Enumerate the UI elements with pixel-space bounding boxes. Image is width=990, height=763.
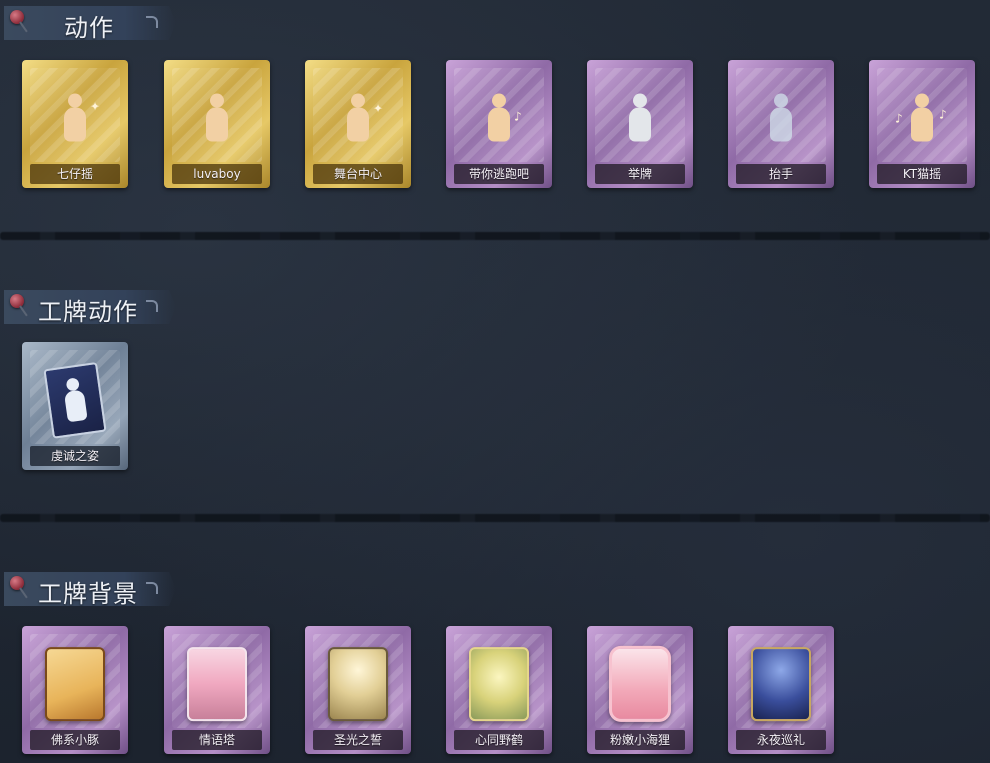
action-card[interactable]: ♪ 带你逃跑吧 [446, 60, 552, 188]
action-card[interactable]: 举牌 [587, 60, 693, 188]
section-header: 工牌动作 [4, 290, 176, 324]
badge-background-card[interactable]: 圣光之誓 [305, 626, 411, 754]
music-figure-icon: ♪ ♪ [895, 92, 947, 148]
hook-icon [146, 582, 158, 594]
hook-icon [146, 16, 158, 28]
badge-action-card[interactable]: 虔诚之姿 [22, 342, 128, 470]
badge-background-icon [469, 647, 529, 722]
pin-icon [10, 576, 24, 590]
action-card[interactable]: 抬手 [728, 60, 834, 188]
hook-icon [146, 300, 158, 312]
badge-background-card[interactable]: 心同野鹤 [446, 626, 552, 754]
pin-icon [10, 10, 24, 24]
card-label: 舞台中心 [313, 164, 403, 184]
card-label: 圣光之誓 [313, 730, 403, 750]
dance-figure-icon: ♪ [480, 92, 522, 148]
card-label: 抬手 [736, 164, 826, 184]
card-silhouette-icon [43, 361, 107, 439]
card-label: luvaboy [172, 164, 262, 184]
badge-background-icon [45, 647, 105, 722]
card-label: 情语塔 [172, 730, 262, 750]
section-badge-actions: 工牌动作 虔诚之姿 [0, 280, 990, 480]
section-divider [0, 232, 990, 240]
card-label: 七仔摇 [30, 164, 120, 184]
card-label: KT猫摇 [877, 164, 967, 184]
badge-background-card[interactable]: 粉嫩小海狸 [587, 626, 693, 754]
action-card[interactable]: ♪ ♪ KT猫摇 [869, 60, 975, 188]
card-label: 粉嫩小海狸 [595, 730, 685, 750]
action-card[interactable]: ✦ 七仔摇 [22, 60, 128, 188]
section-header: 工牌背景 [4, 572, 176, 606]
pose-figure-icon: ✦ [56, 92, 100, 148]
card-label: 永夜巡礼 [736, 730, 826, 750]
badge-background-icon [328, 647, 388, 722]
section-title: 动作 [64, 14, 114, 42]
badge-background-card[interactable]: 永夜巡礼 [728, 626, 834, 754]
card-label: 虔诚之姿 [30, 446, 120, 466]
badge-background-icon [187, 647, 247, 722]
section-title: 工牌背景 [38, 580, 138, 608]
badge-background-card[interactable]: 佛系小豚 [22, 626, 128, 754]
raise-hand-icon [762, 92, 800, 148]
badge-background-icon [751, 647, 811, 722]
card-label: 带你逃跑吧 [454, 164, 544, 184]
section-badge-backgrounds: 工牌背景 佛系小豚 情语塔 圣光之誓 心同野鹤 粉嫩小海狸 永夜巡礼 [0, 562, 990, 762]
sign-hold-icon [621, 92, 659, 148]
pose-figure-icon [198, 92, 236, 148]
card-label: 举牌 [595, 164, 685, 184]
card-label: 佛系小豚 [30, 730, 120, 750]
badge-background-icon [609, 645, 671, 722]
pin-icon [10, 294, 24, 308]
action-card[interactable]: luvaboy [164, 60, 270, 188]
section-header: 动作 [4, 6, 176, 40]
section-actions: 动作 ✦ 七仔摇 luvaboy ✦ 舞台中心 ♪ 带你逃跑吧 举牌 抬手 ♪ … [0, 0, 990, 200]
card-label: 心同野鹤 [454, 730, 544, 750]
pose-figure-icon: ✦ [339, 92, 383, 148]
section-divider [0, 514, 990, 522]
badge-background-card[interactable]: 情语塔 [164, 626, 270, 754]
action-card[interactable]: ✦ 舞台中心 [305, 60, 411, 188]
section-title: 工牌动作 [38, 298, 138, 326]
